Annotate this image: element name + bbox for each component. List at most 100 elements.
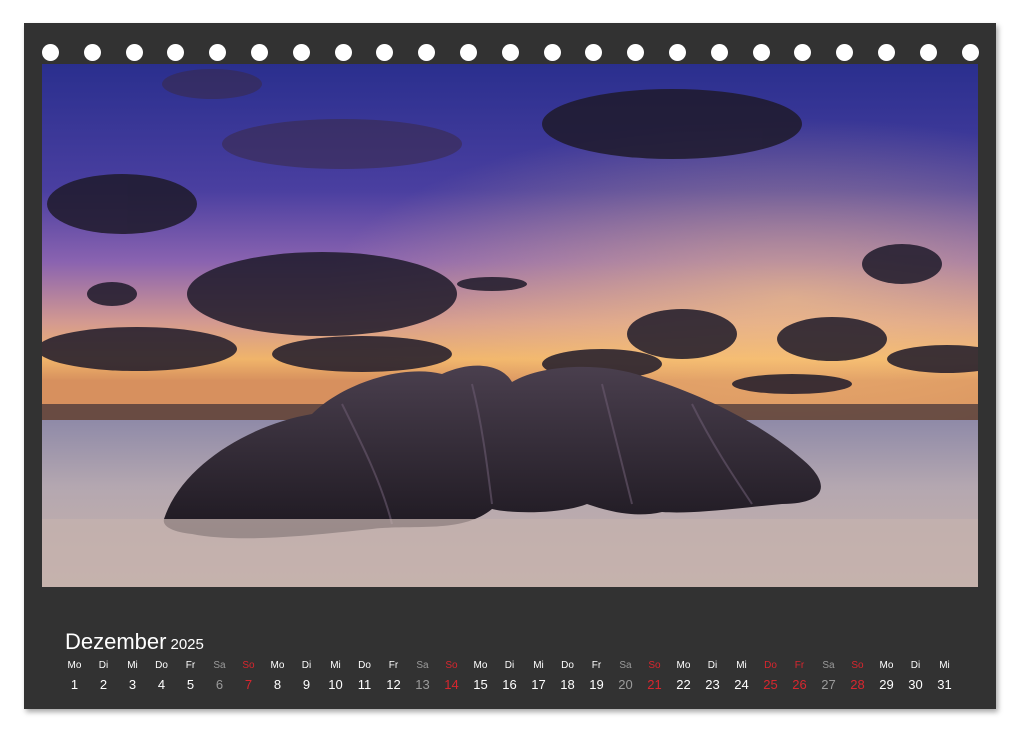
day-cell: Di 30 — [901, 659, 930, 694]
day-cell: Sa 6 — [205, 659, 234, 694]
weekday-label: Di — [301, 660, 312, 671]
year-label: 2025 — [170, 636, 204, 653]
weekday-label: Mi — [127, 660, 138, 671]
weekday-label: Di — [707, 660, 718, 671]
weekday-label: Mi — [736, 660, 747, 671]
day-cell: Do 11 — [350, 659, 379, 694]
day-cell: Fr 5 — [176, 659, 205, 694]
binding-hole — [167, 44, 185, 61]
day-cell: So 28 — [843, 659, 872, 694]
weekday-label: Di — [504, 660, 515, 671]
binding-hole — [83, 44, 101, 61]
weekday-label: So — [445, 660, 458, 671]
binding-hole — [125, 44, 143, 61]
binding-hole — [710, 44, 728, 61]
weekday-label: Sa — [416, 660, 429, 671]
day-cell: So 21 — [640, 659, 669, 694]
day-cell: Di 9 — [292, 659, 321, 694]
binding-hole — [334, 44, 352, 61]
day-cell: Di 2 — [89, 659, 118, 694]
day-cell: Sa 27 — [814, 659, 843, 694]
weekday-label: Mo — [67, 660, 82, 671]
binding-hole — [209, 44, 227, 61]
day-cell: Mo 29 — [872, 659, 901, 694]
day-cell: Sa 20 — [611, 659, 640, 694]
weekday-label: Do — [764, 660, 777, 671]
binding-hole — [752, 44, 770, 61]
day-number: 7 — [244, 677, 253, 692]
day-strip: Mo 1 Di 2 Mi 3 Do 4 Fr 5 Sa 6 So 7 Mo 8 Di 9 Mi 10 Do 11 Fr 12 S… — [60, 659, 970, 699]
day-cell: Mi 10 — [321, 659, 350, 694]
day-cell: Mo 1 — [60, 659, 89, 694]
day-number: 14 — [444, 677, 459, 692]
binding-hole — [460, 44, 477, 61]
day-number: 28 — [850, 677, 865, 692]
weekday-label: Sa — [619, 660, 632, 671]
day-cell: Mi 31 — [930, 659, 959, 694]
day-number: 16 — [502, 677, 517, 692]
binding-hole — [251, 44, 268, 61]
day-cell: Do 4 — [147, 659, 176, 694]
weekday-label: Mo — [879, 660, 894, 671]
weekday-label: Fr — [388, 660, 399, 671]
weekday-label: Sa — [213, 660, 226, 671]
day-number: 2 — [99, 677, 108, 692]
binding-hole — [794, 44, 812, 61]
day-number: 6 — [215, 677, 224, 692]
day-cell: Fr 19 — [582, 659, 611, 694]
day-number: 9 — [302, 677, 311, 692]
binding-hole — [376, 44, 394, 61]
day-cell: Sa 13 — [408, 659, 437, 694]
day-number: 5 — [186, 677, 195, 692]
day-number: 3 — [128, 677, 137, 692]
binding-hole — [418, 44, 436, 61]
day-number: 1 — [70, 677, 79, 692]
day-cell: Di 23 — [698, 659, 727, 694]
day-cell: Fr 26 — [785, 659, 814, 694]
weekday-label: Do — [358, 660, 371, 671]
binding-hole — [878, 44, 895, 61]
day-cell: Mo 15 — [466, 659, 495, 694]
weekday-label: Mi — [330, 660, 341, 671]
day-cell: Mi 24 — [727, 659, 756, 694]
weekday-label: Fr — [591, 660, 602, 671]
month-name: Dezember — [65, 629, 167, 654]
weekday-label: Do — [155, 660, 168, 671]
binding-hole — [292, 44, 310, 61]
day-cell: Mi 3 — [118, 659, 147, 694]
weekday-label: So — [242, 660, 255, 671]
weekday-label: Sa — [822, 660, 835, 671]
day-cell: So 14 — [437, 659, 466, 694]
binding-hole — [836, 44, 854, 61]
day-number: 12 — [386, 677, 401, 692]
weekday-label: Mo — [270, 660, 285, 671]
day-number: 21 — [647, 677, 662, 692]
binding-hole — [919, 44, 937, 61]
weekday-label: So — [851, 660, 864, 671]
day-cell: Do 18 — [553, 659, 582, 694]
weekday-label: Di — [98, 660, 109, 671]
day-number: 15 — [473, 677, 488, 692]
weekday-label: Mi — [939, 660, 950, 671]
day-cell: Mi 17 — [524, 659, 553, 694]
weekday-label: Mo — [473, 660, 488, 671]
day-number: 10 — [328, 677, 343, 692]
day-number: 30 — [908, 677, 923, 692]
day-cell: Mo 8 — [263, 659, 292, 694]
weekday-label: Di — [910, 660, 921, 671]
binding-hole — [501, 44, 519, 61]
day-cell: Fr 12 — [379, 659, 408, 694]
day-number: 17 — [531, 677, 546, 692]
weekday-label: Mi — [533, 660, 544, 671]
day-number: 25 — [763, 677, 778, 692]
calendar-photo — [42, 64, 978, 587]
binding-hole — [543, 44, 561, 61]
day-number: 19 — [589, 677, 604, 692]
weekday-label: So — [648, 660, 661, 671]
day-cell: Do 25 — [756, 659, 785, 694]
calendar-page: Dezember 2025 Mo 1 Di 2 Mi 3 Do 4 Fr 5 Sa 6 So 7 Mo 8 Di 9… — [24, 23, 996, 709]
day-number: 23 — [705, 677, 720, 692]
weekday-label: Fr — [794, 660, 805, 671]
day-number: 27 — [821, 677, 836, 692]
day-number: 24 — [734, 677, 749, 692]
